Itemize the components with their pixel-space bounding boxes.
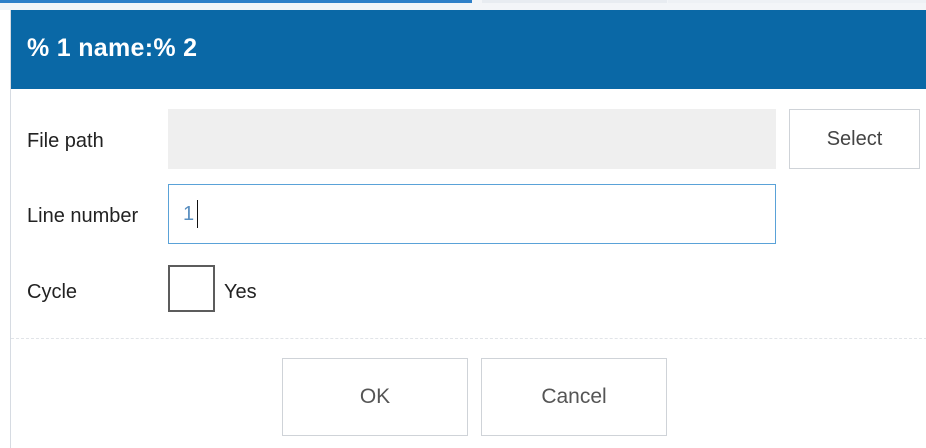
background-tab-indicator [0,0,472,3]
screen: % 1 name:% 2 File path Select Line numbe… [0,0,926,448]
select-button[interactable]: Select [789,109,920,169]
cancel-button[interactable]: Cancel [481,358,667,436]
cycle-label: Cycle [27,281,78,303]
file-path-field [168,109,776,169]
background-window-strip [0,0,926,10]
line-number-label: Line number [27,205,139,227]
dialog-title: % 1 name:% 2 [27,34,198,62]
dialog: % 1 name:% 2 File path Select Line numbe… [10,10,926,448]
file-path-label: File path [27,130,104,152]
ok-button[interactable]: OK [282,358,468,436]
cycle-checkbox-label[interactable]: Yes [224,281,257,304]
line-number-input[interactable]: 1 [168,184,776,244]
cycle-checkbox[interactable] [168,265,215,312]
background-tab-divider [482,0,667,3]
background-tab-divider [668,0,926,3]
dialog-titlebar[interactable]: % 1 name:% 2 [11,10,926,89]
text-caret [197,200,198,228]
line-number-value: 1 [183,203,195,225]
dialog-footer [11,339,926,448]
